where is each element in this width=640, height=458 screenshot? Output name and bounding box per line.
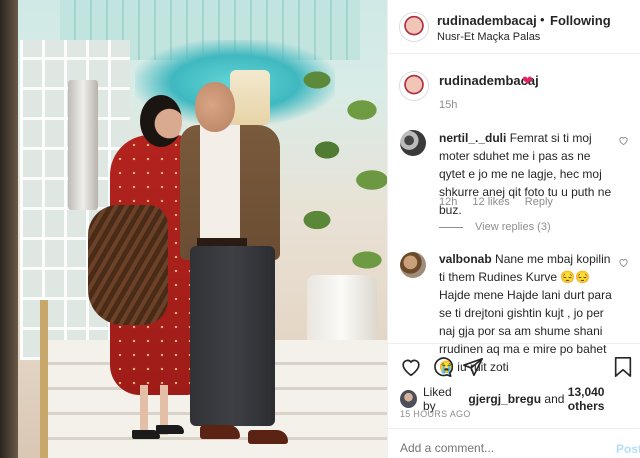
paper-plane-icon[interactable] bbox=[462, 356, 484, 378]
post-side-panel: rudinadembacaj • Following Nusr-Et Maçka… bbox=[387, 0, 640, 458]
following-button[interactable]: Following bbox=[550, 13, 611, 28]
fur-coat bbox=[88, 205, 168, 325]
bookmark-icon[interactable] bbox=[613, 356, 633, 378]
view-replies-button[interactable]: View replies (3) bbox=[439, 221, 551, 233]
comment-bubble-icon[interactable] bbox=[431, 356, 453, 378]
liked-by-joiner: and bbox=[544, 392, 565, 406]
comment-input[interactable] bbox=[400, 441, 600, 455]
heart-outline-icon[interactable] bbox=[400, 356, 422, 378]
comment-likes[interactable]: 12 likes bbox=[472, 196, 509, 208]
man-shoe bbox=[200, 425, 240, 439]
post-header: rudinadembacaj • Following Nusr-Et Maçka… bbox=[388, 0, 640, 54]
comment-like-icon[interactable] bbox=[618, 257, 629, 271]
add-comment-bar: Post bbox=[388, 428, 640, 458]
comment-meta: 12h 12 likes Reply bbox=[439, 196, 565, 208]
reply-button[interactable]: Reply bbox=[525, 196, 553, 208]
author-avatar[interactable] bbox=[400, 13, 428, 41]
heart-emoji: ❤ bbox=[522, 73, 533, 88]
man-belt bbox=[197, 238, 247, 246]
liker-username[interactable]: gjergj_bregu bbox=[468, 392, 541, 406]
chandelier bbox=[230, 70, 270, 125]
comment-like-icon[interactable] bbox=[618, 135, 629, 149]
separator-dot: • bbox=[540, 12, 545, 27]
replies-divider bbox=[439, 226, 463, 228]
post-timestamp[interactable]: 15 HOURS AGO bbox=[400, 409, 471, 419]
liker-avatar[interactable] bbox=[400, 390, 417, 408]
commenter-avatar[interactable] bbox=[400, 130, 426, 156]
commenter-username[interactable]: valbonab bbox=[439, 252, 492, 266]
dark-edge bbox=[0, 0, 18, 458]
commenter-avatar[interactable] bbox=[400, 252, 426, 278]
caption-time[interactable]: 15h bbox=[439, 99, 457, 111]
action-bar bbox=[388, 343, 640, 383]
handrail bbox=[40, 300, 48, 458]
comment-time[interactable]: 12h bbox=[439, 196, 457, 208]
commenter-username[interactable]: nertil_._duli bbox=[439, 131, 506, 145]
likes-count[interactable]: 13,040 others bbox=[568, 385, 640, 413]
man-trousers bbox=[190, 246, 275, 426]
woman-shoe bbox=[156, 425, 184, 434]
caption-avatar[interactable] bbox=[400, 72, 428, 100]
man-head bbox=[195, 82, 235, 132]
post-comment-button[interactable]: Post bbox=[616, 442, 640, 456]
lantern bbox=[68, 80, 98, 210]
location-link[interactable]: Nusr-Et Maçka Palas bbox=[437, 31, 540, 43]
author-username[interactable]: rudinadembacaj bbox=[437, 13, 537, 28]
man-shoe bbox=[248, 430, 288, 444]
post-photo[interactable] bbox=[0, 0, 387, 458]
view-replies-label: View replies (3) bbox=[475, 221, 551, 233]
woman-leg bbox=[140, 385, 148, 435]
woman-head bbox=[140, 95, 182, 147]
